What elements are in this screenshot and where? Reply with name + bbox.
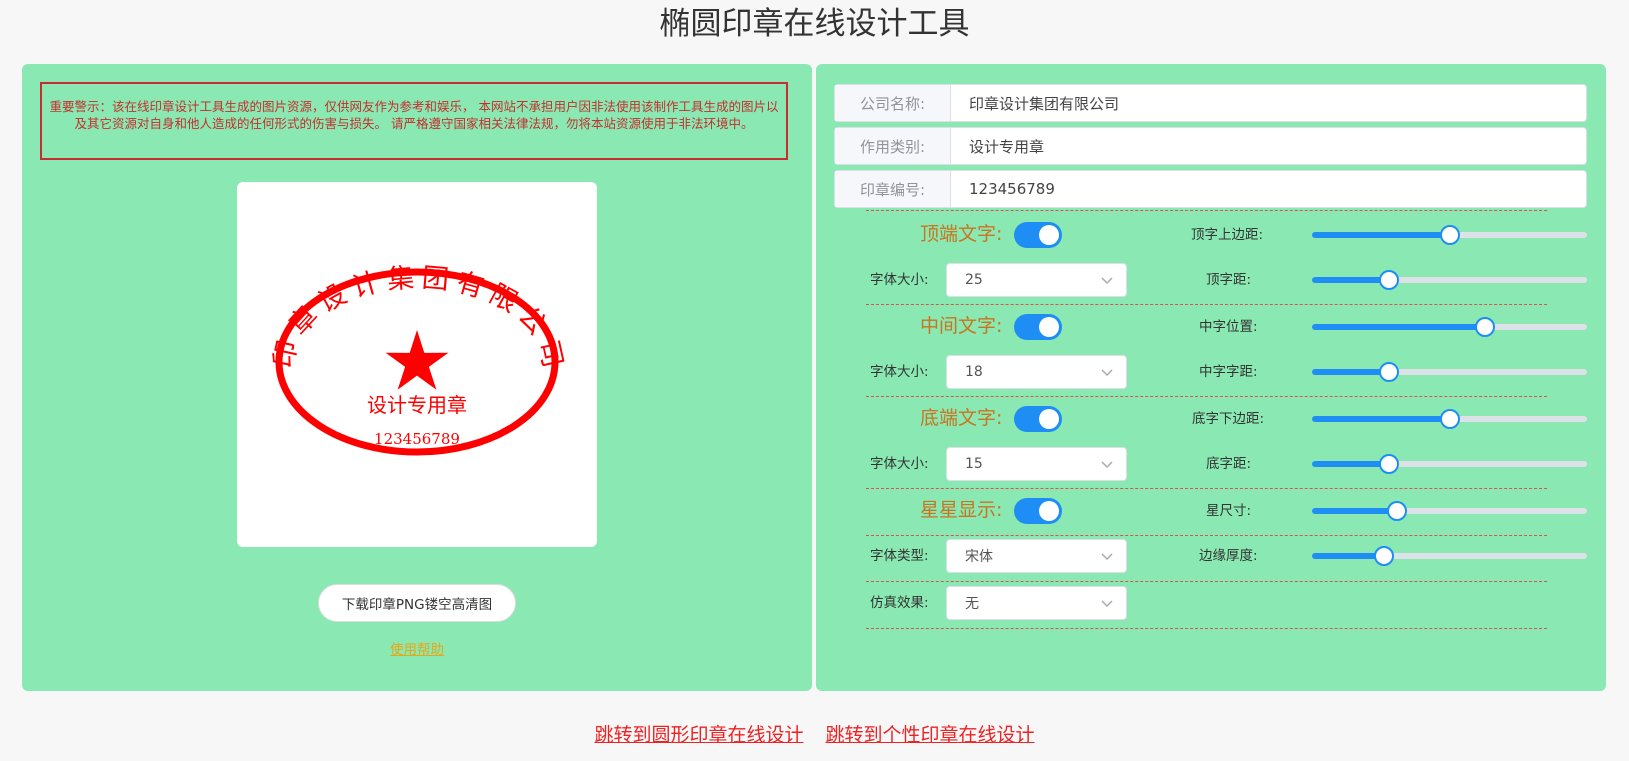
divider bbox=[866, 396, 1547, 397]
chevron-down-icon bbox=[1101, 600, 1113, 608]
legal-warning: 重要警示：该在线印章设计工具生成的图片资源，仅供网友作为参考和娱乐， 本网站不承… bbox=[40, 82, 788, 160]
font-type-select[interactable]: 宋体 bbox=[946, 539, 1127, 573]
slider-thumb[interactable] bbox=[1373, 546, 1394, 566]
star-size-label: 星尺寸: bbox=[1206, 503, 1252, 519]
bottom-font-size-value: 15 bbox=[965, 456, 983, 472]
chevron-down-icon bbox=[1101, 369, 1113, 377]
top-margin-slider[interactable] bbox=[1312, 225, 1587, 245]
divider bbox=[866, 304, 1547, 305]
chevron-down-icon bbox=[1101, 277, 1113, 285]
company-name-label: 公司名称: bbox=[835, 85, 951, 121]
slider-fill bbox=[1312, 416, 1450, 422]
bottom-font-size-label: 字体大小: bbox=[870, 456, 929, 472]
slider-thumb[interactable] bbox=[1387, 501, 1408, 521]
bottom-spacing-slider[interactable] bbox=[1312, 454, 1587, 474]
bottom-text-toggle[interactable] bbox=[1014, 406, 1062, 432]
middle-position-label: 中字位置: bbox=[1199, 319, 1258, 335]
bottom-links: 跳转到圆形印章在线设计 跳转到个性印章在线设计 bbox=[0, 720, 1629, 747]
middle-font-size-label: 字体大小: bbox=[870, 364, 929, 380]
usage-type-row: 作用类别: bbox=[834, 127, 1587, 165]
bottom-text-title: 底端文字: bbox=[920, 407, 1003, 429]
effect-select[interactable]: 无 bbox=[946, 586, 1127, 620]
middle-spacing-label: 中字字距: bbox=[1199, 364, 1258, 380]
slider-fill bbox=[1312, 553, 1384, 559]
divider bbox=[866, 210, 1547, 211]
font-type-label: 字体类型: bbox=[870, 548, 929, 564]
chevron-down-icon bbox=[1101, 461, 1113, 469]
effect-label: 仿真效果: bbox=[870, 595, 929, 611]
middle-text-title: 中间文字: bbox=[920, 315, 1003, 337]
slider-fill bbox=[1312, 232, 1450, 238]
slider-thumb[interactable] bbox=[1475, 317, 1496, 337]
font-type-value: 宋体 bbox=[965, 549, 993, 565]
bottom-spacing-label: 底字距: bbox=[1206, 456, 1252, 472]
slider-thumb[interactable] bbox=[1379, 362, 1399, 382]
top-spacing-label: 顶字距: bbox=[1206, 272, 1252, 288]
chevron-down-icon bbox=[1101, 553, 1113, 561]
usage-type-input[interactable] bbox=[951, 128, 1586, 164]
middle-font-size-select[interactable]: 18 bbox=[946, 355, 1127, 389]
stamp-star-icon bbox=[385, 330, 449, 390]
divider bbox=[866, 535, 1547, 536]
bottom-margin-label: 底字下边距: bbox=[1192, 411, 1265, 427]
download-png-button[interactable]: 下载印章PNG镂空高清图 bbox=[318, 584, 516, 622]
divider bbox=[866, 628, 1547, 629]
toggle-knob bbox=[1039, 317, 1059, 337]
usage-type-label: 作用类别: bbox=[835, 128, 951, 164]
star-size-slider[interactable] bbox=[1312, 501, 1587, 521]
top-margin-label: 顶字上边距: bbox=[1191, 227, 1264, 243]
border-thickness-label: 边缘厚度: bbox=[1199, 548, 1258, 564]
personal-stamp-link[interactable]: 跳转到个性印章在线设计 bbox=[826, 724, 1035, 746]
top-font-size-value: 25 bbox=[965, 272, 983, 288]
star-title: 星星显示: bbox=[920, 499, 1003, 521]
border-thickness-slider[interactable] bbox=[1312, 546, 1587, 566]
slider-thumb[interactable] bbox=[1439, 409, 1460, 429]
help-link[interactable]: 使用帮助 bbox=[377, 638, 457, 658]
bottom-font-size-select[interactable]: 15 bbox=[946, 447, 1127, 481]
slider-fill bbox=[1312, 324, 1486, 330]
slider-fill bbox=[1312, 277, 1389, 283]
stamp-number-input[interactable] bbox=[951, 171, 1586, 207]
page-title: 椭圆印章在线设计工具 bbox=[659, 6, 970, 42]
preview-panel: 重要警示：该在线印章设计工具生成的图片资源，仅供网友作为参考和娱乐， 本网站不承… bbox=[22, 64, 812, 691]
toggle-knob bbox=[1039, 409, 1059, 429]
star-toggle[interactable] bbox=[1014, 498, 1062, 524]
stamp-bottom-text: 123456789 bbox=[374, 430, 460, 448]
top-text-title: 顶端文字: bbox=[920, 223, 1003, 245]
middle-text-toggle[interactable] bbox=[1014, 314, 1062, 340]
company-name-input[interactable] bbox=[951, 85, 1586, 121]
top-text-toggle[interactable] bbox=[1014, 222, 1062, 248]
top-font-size-select[interactable]: 25 bbox=[946, 263, 1127, 297]
divider bbox=[866, 488, 1547, 489]
top-font-size-label: 字体大小: bbox=[870, 272, 929, 288]
slider-fill bbox=[1312, 508, 1398, 514]
slider-fill bbox=[1312, 369, 1389, 375]
middle-position-slider[interactable] bbox=[1312, 317, 1587, 337]
slider-thumb[interactable] bbox=[1379, 454, 1399, 474]
toggle-knob bbox=[1039, 225, 1059, 245]
bottom-margin-slider[interactable] bbox=[1312, 409, 1587, 429]
middle-font-size-value: 18 bbox=[965, 364, 983, 380]
divider bbox=[866, 581, 1547, 582]
stamp-number-row: 印章编号: bbox=[834, 170, 1587, 208]
slider-thumb[interactable] bbox=[1439, 225, 1460, 245]
middle-spacing-slider[interactable] bbox=[1312, 362, 1587, 382]
top-spacing-slider[interactable] bbox=[1312, 270, 1587, 290]
effect-value: 无 bbox=[965, 596, 979, 612]
slider-fill bbox=[1312, 461, 1389, 467]
round-stamp-link[interactable]: 跳转到圆形印章在线设计 bbox=[594, 724, 803, 746]
slider-thumb[interactable] bbox=[1379, 270, 1399, 290]
stamp-svg: 印章设计集团有限公司 设计专用章 123456789 bbox=[268, 263, 568, 456]
stamp-preview: 印章设计集团有限公司 设计专用章 123456789 bbox=[237, 182, 597, 547]
settings-panel: 公司名称: 作用类别: 印章编号: 顶端文字: 顶字上边距: 字体大小: 25 … bbox=[816, 64, 1606, 691]
stamp-middle-text: 设计专用章 bbox=[367, 393, 467, 417]
stamp-number-label: 印章编号: bbox=[835, 171, 951, 207]
company-name-row: 公司名称: bbox=[834, 84, 1587, 122]
toggle-knob bbox=[1039, 501, 1059, 521]
